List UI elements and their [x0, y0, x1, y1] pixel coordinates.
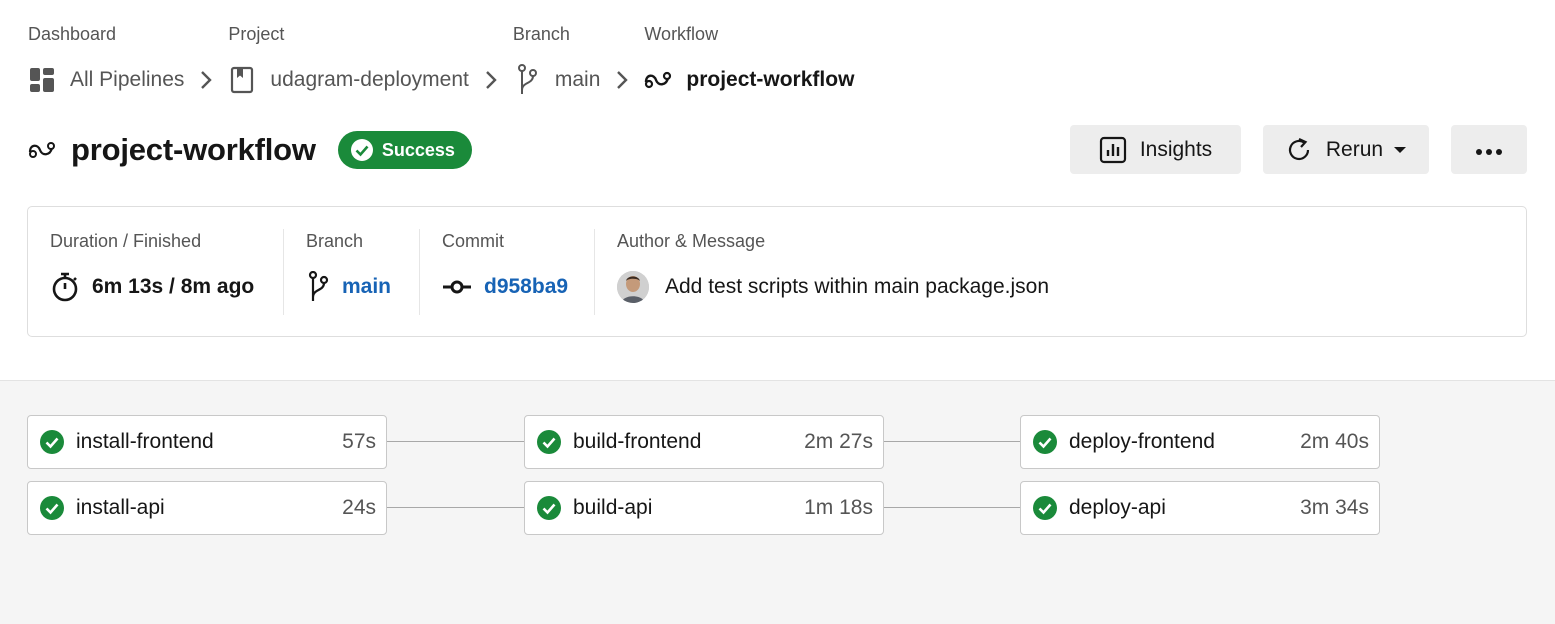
breadcrumb-workflow: Workflow project-workflow	[644, 22, 854, 96]
branch-value-row: main	[306, 271, 397, 303]
branch-icon	[306, 271, 330, 302]
breadcrumb-dashboard: Dashboard All Pipelines	[28, 22, 184, 96]
status-badge: Success	[337, 131, 472, 169]
breadcrumb: Dashboard All Pipelines Project udagram-…	[28, 22, 854, 96]
commit-message: Add test scripts within main package.jso…	[665, 275, 1050, 298]
stopwatch-icon	[50, 272, 80, 302]
commit-value-row: d958ba9	[442, 271, 572, 303]
breadcrumb-link-all-pipelines[interactable]: All Pipelines	[28, 64, 184, 96]
breadcrumb-text: main	[554, 68, 601, 91]
job-card[interactable]: install-api 24s	[27, 481, 387, 535]
job-name: build-api	[573, 496, 653, 519]
page-title: project-workflow	[71, 132, 316, 167]
workflow-icon	[28, 135, 58, 165]
branch-label: Branch	[306, 231, 364, 251]
job-duration: 57s	[342, 430, 376, 453]
rerun-button[interactable]: Rerun	[1263, 125, 1429, 174]
job-duration: 2m 40s	[1300, 430, 1369, 453]
job-card[interactable]: deploy-frontend 2m 40s	[1020, 415, 1380, 469]
check-circle-icon	[1033, 430, 1057, 454]
page-header: project-workflow Success	[28, 128, 472, 172]
job-connector	[387, 441, 524, 442]
job-connector	[884, 507, 1020, 508]
avatar[interactable]	[617, 271, 649, 303]
job-name: install-api	[76, 496, 165, 519]
refresh-icon	[1285, 136, 1313, 164]
caret-down-icon	[1393, 146, 1407, 154]
breadcrumb-branch: Branch main	[512, 22, 601, 96]
breadcrumb-label: Workflow	[644, 24, 719, 44]
duration-value-row: 6m 13s / 8m ago	[50, 271, 261, 303]
breadcrumb-project: Project udagram-deployment	[228, 22, 469, 96]
author-value-row: Add test scripts within main package.jso…	[617, 271, 1504, 303]
job-duration: 2m 27s	[804, 430, 873, 453]
check-circle-icon	[537, 430, 561, 454]
job-card[interactable]: build-frontend 2m 27s	[524, 415, 884, 469]
dashboard-icon	[28, 66, 56, 94]
commit-label: Commit	[442, 231, 504, 251]
job-name: deploy-api	[1069, 496, 1166, 519]
breadcrumb-link-project[interactable]: udagram-deployment	[228, 64, 469, 96]
branch-link[interactable]: main	[342, 275, 391, 299]
insights-label: Insights	[1139, 137, 1213, 161]
job-name: install-frontend	[76, 430, 214, 453]
chevron-right-icon	[600, 64, 644, 96]
branch-section: Branch main	[284, 229, 420, 315]
job-name: build-frontend	[573, 430, 702, 453]
job-connector	[884, 441, 1020, 442]
branch-icon	[513, 64, 541, 94]
duration-label: Duration / Finished	[50, 231, 202, 251]
breadcrumb-text: udagram-deployment	[270, 68, 469, 91]
job-name: deploy-frontend	[1069, 430, 1215, 453]
job-duration: 24s	[342, 496, 376, 519]
breadcrumb-link-branch[interactable]: main	[513, 64, 601, 96]
check-circle-icon	[40, 496, 64, 520]
insights-button[interactable]: Insights	[1070, 125, 1241, 174]
repository-icon	[228, 66, 256, 94]
commit-link[interactable]: d958ba9	[484, 275, 568, 299]
workflow-icon	[644, 66, 672, 94]
commit-section: Commit d958ba9	[420, 229, 595, 315]
chevron-right-icon	[469, 64, 513, 96]
more-options-button[interactable]	[1451, 125, 1527, 174]
bar-chart-icon	[1099, 136, 1127, 164]
breadcrumb-label: Branch	[512, 24, 570, 44]
header-actions: Insights Rerun	[1070, 125, 1527, 174]
author-label: Author & Message	[617, 231, 766, 251]
chevron-right-icon	[184, 64, 228, 96]
author-section: Author & Message Add test scripts within…	[595, 229, 1526, 315]
breadcrumb-label: Project	[228, 24, 285, 44]
job-card[interactable]: install-frontend 57s	[27, 415, 387, 469]
duration-section: Duration / Finished 6m 13s / 8m ago	[28, 229, 284, 315]
job-duration: 3m 34s	[1300, 496, 1369, 519]
check-circle-icon	[537, 496, 561, 520]
check-circle-icon	[40, 430, 64, 454]
job-card[interactable]: deploy-api 3m 34s	[1020, 481, 1380, 535]
job-card[interactable]: build-api 1m 18s	[524, 481, 884, 535]
job-duration: 1m 18s	[804, 496, 873, 519]
ellipsis-icon	[1475, 138, 1503, 162]
duration-value: 6m 13s / 8m ago	[92, 275, 255, 298]
rerun-label: Rerun	[1325, 137, 1384, 161]
breadcrumb-current-workflow: project-workflow	[644, 64, 854, 96]
breadcrumb-label: Dashboard	[28, 24, 117, 44]
pipeline-info-card: Duration / Finished 6m 13s / 8m ago Bran…	[27, 206, 1527, 337]
status-text: Success	[381, 139, 455, 160]
check-circle-icon	[350, 138, 374, 162]
workflow-graph: install-frontend 57s build-frontend 2m 2…	[0, 380, 1555, 624]
check-circle-icon	[1033, 496, 1057, 520]
commit-icon	[442, 272, 472, 302]
job-connector	[387, 507, 524, 508]
breadcrumb-text: project-workflow	[686, 68, 855, 91]
breadcrumb-text: All Pipelines	[70, 68, 185, 91]
